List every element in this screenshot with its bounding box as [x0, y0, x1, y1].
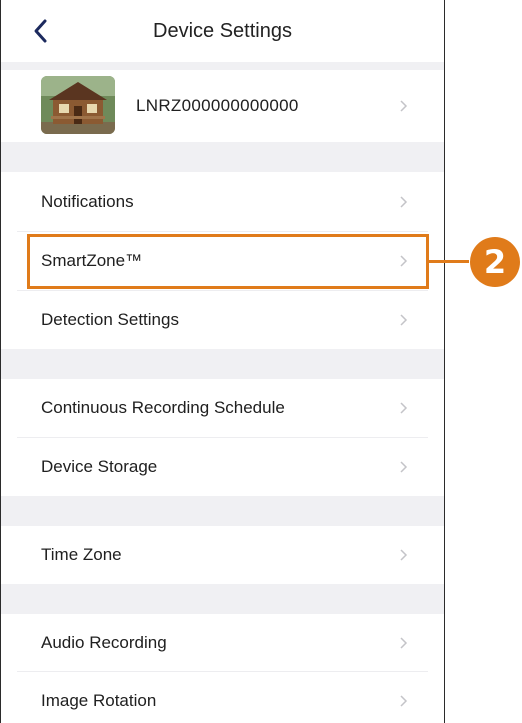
notifications-label: Notifications	[41, 191, 134, 211]
section-gap	[1, 349, 444, 379]
device-storage-label: Device Storage	[41, 457, 158, 476]
chevron-right-icon	[400, 461, 408, 473]
time-zone-label: Time Zone	[41, 545, 122, 564]
menu-item-audio-recording[interactable]: Audio Recording	[1, 614, 444, 671]
menu-item-smartzone[interactable]: SmartZone™	[1, 232, 444, 290]
chevron-right-icon	[400, 195, 408, 208]
image-rotation-label: Image Rotation	[41, 691, 157, 710]
section-gap	[1, 62, 444, 70]
device-settings-screen: Device Settings LNRZ000000000000 Notific…	[0, 0, 445, 723]
header: Device Settings	[1, 0, 444, 62]
menu-item-continuous-recording[interactable]: Continuous Recording Schedule	[1, 379, 444, 437]
continuous-recording-label: Continuous Recording Schedule	[41, 398, 285, 417]
chevron-right-icon	[400, 549, 408, 561]
chevron-right-icon	[400, 402, 408, 414]
menu-item-detection-settings[interactable]: Detection Settings	[1, 291, 444, 349]
callout-connector	[429, 260, 469, 263]
chevron-right-icon	[400, 255, 408, 267]
chevron-right-icon	[400, 636, 408, 649]
chevron-right-icon	[400, 695, 408, 707]
menu-item-image-rotation[interactable]: Image Rotation	[1, 672, 444, 723]
chevron-right-icon	[400, 100, 408, 112]
section-gap	[1, 584, 444, 614]
menu-item-time-zone[interactable]: Time Zone	[1, 526, 444, 584]
section-gap	[1, 496, 444, 526]
chevron-right-icon	[400, 314, 408, 326]
smartzone-label: SmartZone™	[41, 251, 143, 270]
menu-item-device-storage[interactable]: Device Storage	[1, 438, 444, 496]
menu-item-notifications[interactable]: Notifications	[1, 172, 444, 231]
device-thumbnail	[41, 76, 115, 134]
device-row[interactable]: LNRZ000000000000	[1, 70, 444, 142]
section-gap	[1, 142, 444, 172]
detection-settings-label: Detection Settings	[41, 310, 179, 329]
audio-recording-label: Audio Recording	[41, 632, 167, 652]
device-name: LNRZ000000000000	[136, 96, 299, 115]
page-title: Device Settings	[153, 20, 292, 42]
step-2-badge: 2	[470, 237, 520, 287]
